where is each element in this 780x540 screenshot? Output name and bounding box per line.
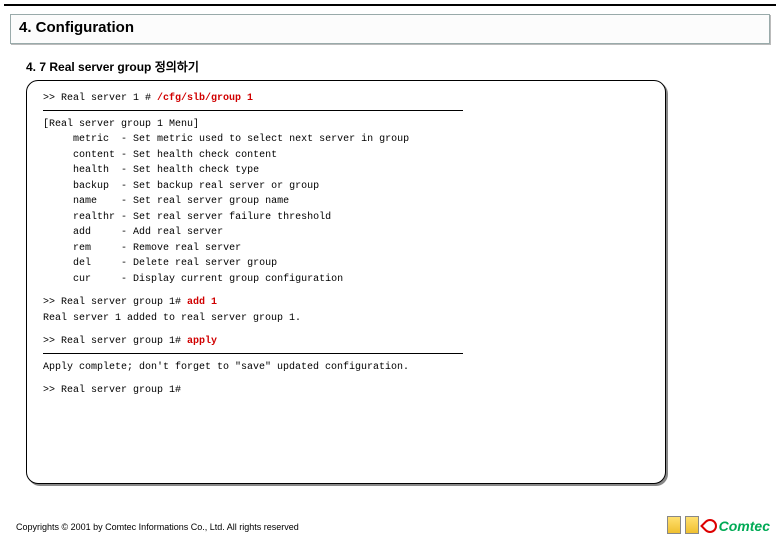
section-title: 4. Configuration (19, 19, 134, 36)
command-text: apply (187, 336, 217, 347)
menu-desc: - Set health check type (121, 165, 259, 176)
menu-desc: - Set real server failure threshold (121, 212, 331, 223)
prompt-line-4: >> Real server group 1# (43, 383, 649, 399)
menu-desc: - Set metric used to select next server … (121, 134, 409, 145)
logo-text: Comtec (719, 518, 770, 534)
menu-item: name - Set real server group name (43, 194, 649, 210)
menu-item: content - Set health check content (43, 148, 649, 164)
menu-desc: - Set real server group name (121, 196, 289, 207)
prompt-prefix: >> Real server group 1# (43, 297, 187, 308)
cert-badge-icon (667, 516, 681, 534)
menu-key: health (73, 165, 109, 176)
menu-item: del - Delete real server group (43, 256, 649, 272)
menu-desc: - Delete real server group (121, 258, 277, 269)
menu-key: cur (73, 274, 91, 285)
output-line: Real server 1 added to real server group… (43, 311, 649, 327)
section-subtitle: 4. 7 Real server group 정의하기 (26, 58, 199, 75)
menu-item: backup - Set backup real server or group (43, 179, 649, 195)
menu-desc: - Set backup real server or group (121, 181, 319, 192)
menu-item: add - Add real server (43, 225, 649, 241)
prompt-line-1: >> Real server 1 # /cfg/slb/group 1 (43, 91, 649, 107)
prompt-prefix: >> Real server 1 # (43, 93, 157, 104)
output-line: Apply complete; don't forget to "save" u… (43, 360, 649, 376)
comtec-logo: Comtec (703, 518, 770, 534)
menu-key: name (73, 196, 97, 207)
menu-desc: - Set health check content (121, 150, 277, 161)
terminal-window: >> Real server 1 # /cfg/slb/group 1 [Rea… (26, 80, 666, 484)
separator (43, 110, 463, 111)
menu-item: rem - Remove real server (43, 241, 649, 257)
menu-header: [Real server group 1 Menu] (43, 117, 649, 133)
menu-desc: - Display current group configuration (121, 274, 343, 285)
menu-key: metric (73, 134, 109, 145)
menu-key: content (73, 150, 115, 161)
menu-key: add (73, 227, 91, 238)
menu-key: rem (73, 243, 91, 254)
cert-badge-icon (685, 516, 699, 534)
menu-desc: - Remove real server (121, 243, 241, 254)
prompt-line-2: >> Real server group 1# add 1 (43, 295, 649, 311)
menu-desc: - Add real server (121, 227, 223, 238)
menu-item: health - Set health check type (43, 163, 649, 179)
menu-key: backup (73, 181, 109, 192)
prompt-line-3: >> Real server group 1# apply (43, 334, 649, 350)
swirl-icon (700, 516, 720, 536)
menu-key: realthr (73, 212, 115, 223)
separator (43, 353, 463, 354)
prompt-prefix: >> Real server group 1# (43, 336, 187, 347)
command-text: /cfg/slb/group 1 (157, 93, 253, 104)
top-rule (4, 4, 776, 6)
menu-key: del (73, 258, 91, 269)
menu-item: metric - Set metric used to select next … (43, 132, 649, 148)
menu-item: cur - Display current group configuratio… (43, 272, 649, 288)
command-text: add 1 (187, 297, 217, 308)
menu-item: realthr - Set real server failure thresh… (43, 210, 649, 226)
footer-logos: Comtec (667, 516, 770, 534)
section-title-box: 4. Configuration (10, 14, 770, 44)
copyright-footer: Copyrights © 2001 by Comtec Informations… (16, 522, 299, 532)
